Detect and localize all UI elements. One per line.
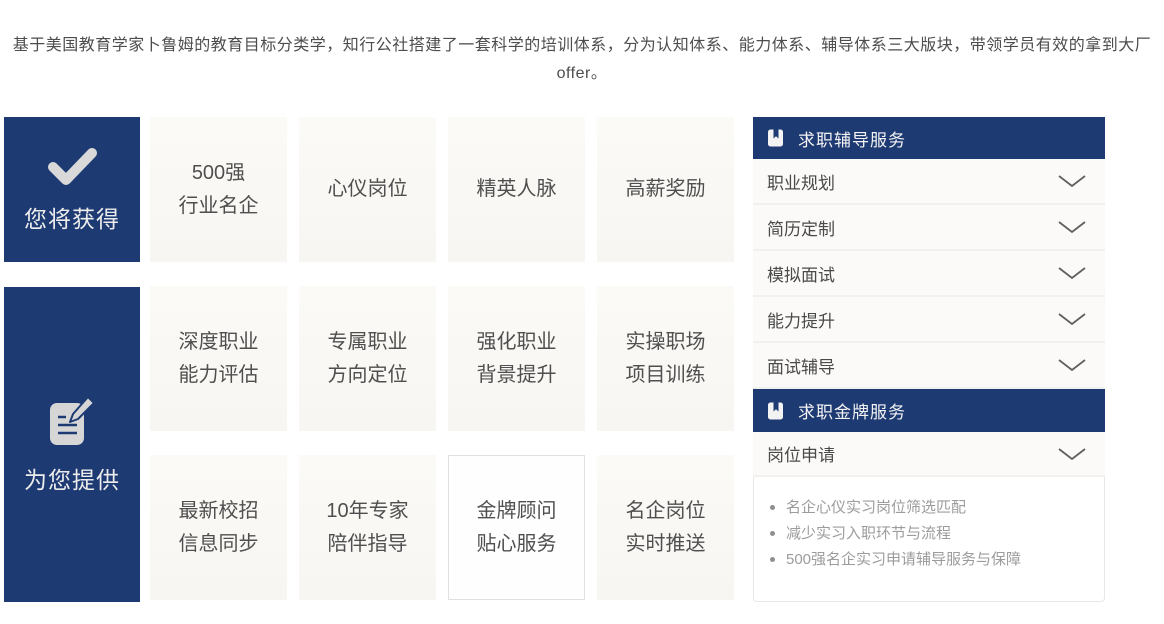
feature-tile-expert-guidance: 10年专家 陪伴指导	[299, 455, 436, 600]
feature-grid: 500强 行业名企 心仪岗位 精英人脉 高薪奖励 深度职业 能力评估 专属职业	[150, 117, 734, 602]
detail-item: 减少实习入职环节与流程	[770, 521, 1094, 547]
feature-tile-gold-consultant: 金牌顾问 贴心服务	[448, 455, 585, 600]
panel-header-title: 求职金牌服务	[798, 398, 906, 423]
accordion-row-interview-coaching[interactable]: 面试辅导	[753, 343, 1105, 389]
book-bookmark-icon	[767, 402, 785, 420]
accordion-row-career-planning[interactable]: 职业规划	[753, 159, 1105, 205]
chevron-down-icon	[1057, 312, 1087, 326]
rail-card-you-will-gain: 您将获得	[4, 117, 140, 262]
panel-header-coaching-services: 求职辅导服务	[753, 117, 1105, 159]
panel-header-title: 求职辅导服务	[798, 126, 906, 151]
feature-tile-high-salary: 高薪奖励	[597, 117, 734, 262]
intro-line-1: 基于美国教育学家卜鲁姆的教育目标分类学，知行公社搭建了一套科学的培训体系，分为认…	[0, 32, 1164, 60]
left-rail: 您将获得 为您提供	[4, 117, 140, 602]
services-panel: 求职辅导服务 职业规划 简历定制 模拟面试 能力	[753, 117, 1105, 602]
bullet-dot-icon	[770, 505, 775, 510]
feature-tile-500-companies: 500强 行业名企	[150, 117, 287, 262]
book-bookmark-icon	[767, 129, 785, 147]
feature-tile-ability-assessment: 深度职业 能力评估	[150, 286, 287, 431]
accordion-label: 模拟面试	[767, 261, 835, 286]
accordion-label: 面试辅导	[767, 353, 835, 378]
chevron-down-icon	[1057, 447, 1087, 461]
accordion-details-box: 名企心仪实习岗位筛选匹配 减少实习入职环节与流程 500强名企实习申请辅导服务与…	[753, 477, 1105, 602]
detail-item: 名企心仪实习岗位筛选匹配	[770, 495, 1094, 521]
career-services-section: 基于美国教育学家卜鲁姆的教育目标分类学，知行公社搭建了一套科学的培训体系，分为认…	[0, 0, 1164, 624]
accordion-label: 岗位申请	[767, 441, 835, 466]
chevron-down-icon	[1057, 358, 1087, 372]
panel-header-gold-services: 求职金牌服务	[753, 389, 1105, 432]
feature-tile-desired-position: 心仪岗位	[299, 117, 436, 262]
feature-tile-background-boost: 强化职业 背景提升	[448, 286, 585, 431]
detail-item: 500强名企实习申请辅导服务与保障	[770, 547, 1094, 573]
content-row: 您将获得 为您提供 500强 行业名企	[4, 117, 1164, 602]
accordion-row-resume-customization[interactable]: 简历定制	[753, 205, 1105, 251]
accordion-row-ability-improvement[interactable]: 能力提升	[753, 297, 1105, 343]
accordion-row-mock-interview[interactable]: 模拟面试	[753, 251, 1105, 297]
feature-tile-elite-network: 精英人脉	[448, 117, 585, 262]
chevron-down-icon	[1057, 174, 1087, 188]
note-edit-icon	[47, 395, 97, 449]
check-icon	[45, 146, 99, 188]
chevron-down-icon	[1057, 220, 1087, 234]
accordion-label: 职业规划	[767, 169, 835, 194]
intro-paragraph: 基于美国教育学家卜鲁姆的教育目标分类学，知行公社搭建了一套科学的培训体系，分为认…	[0, 0, 1164, 88]
feature-tile-project-training: 实操职场 项目训练	[597, 286, 734, 431]
feature-tile-job-push: 名企岗位 实时推送	[597, 455, 734, 600]
intro-line-2: offer。	[0, 60, 1164, 88]
feature-tile-career-direction: 专属职业 方向定位	[299, 286, 436, 431]
feature-tile-campus-recruiting-sync: 最新校招 信息同步	[150, 455, 287, 600]
chevron-down-icon	[1057, 266, 1087, 280]
bullet-dot-icon	[770, 531, 775, 536]
accordion-label: 能力提升	[767, 307, 835, 332]
rail-card-label: 您将获得	[24, 200, 120, 234]
bullet-dot-icon	[770, 557, 775, 562]
accordion-row-job-application[interactable]: 岗位申请	[753, 432, 1105, 477]
rail-card-label: 为您提供	[24, 461, 120, 495]
rail-card-we-provide: 为您提供	[4, 287, 140, 602]
accordion-label: 简历定制	[767, 215, 835, 240]
